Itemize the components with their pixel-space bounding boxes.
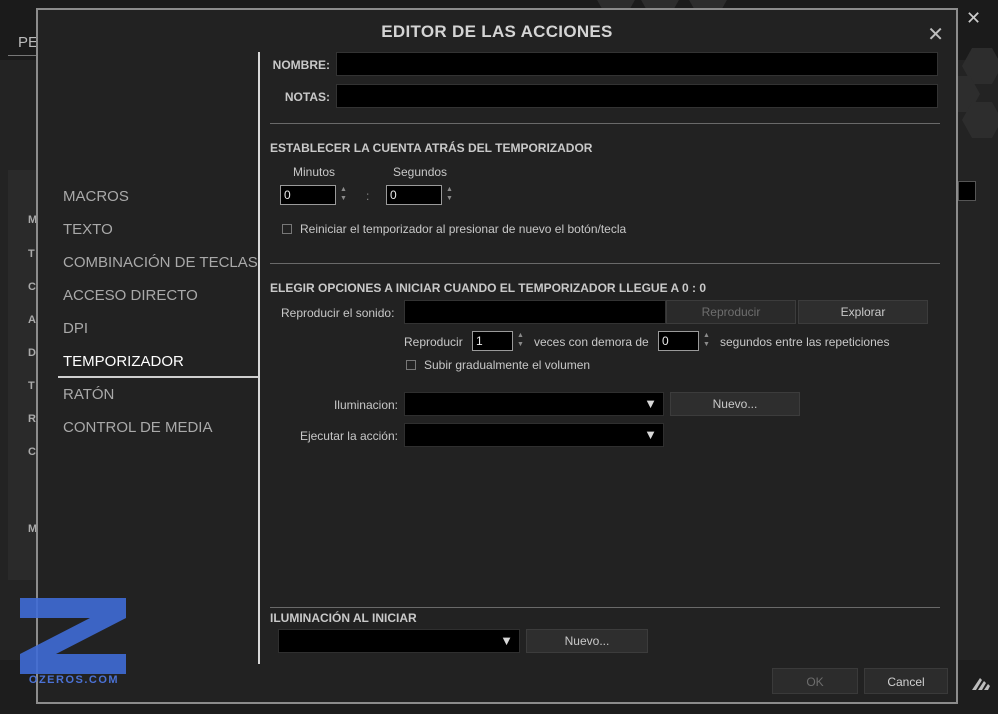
content-divider (258, 52, 260, 664)
stepper-arrows-icon[interactable]: ▲ ▼ (517, 331, 524, 349)
repeat-suffix-label: segundos entre las repeticiones (720, 335, 890, 349)
section-divider (270, 607, 940, 608)
time-separator: : (366, 189, 370, 203)
name-label: NOMBRE: (272, 58, 330, 72)
dropdown-caret-icon: ▼ (644, 427, 657, 442)
fade-volume-label: Subir gradualmente el volumen (424, 358, 591, 372)
delay-stepper[interactable]: 0 ▲ ▼ (658, 331, 714, 351)
browse-button[interactable]: Explorar (798, 300, 928, 324)
seconds-value[interactable]: 0 (386, 185, 442, 205)
options-section-title: ELEGIR OPCIONES A INICIAR CUANDO EL TEMP… (270, 281, 707, 295)
fade-volume-checkbox[interactable] (406, 360, 416, 370)
watermark-text: OZEROS.COM (28, 674, 120, 686)
repeat-middle-label: veces con demora de (534, 335, 649, 349)
stepper-arrows-icon[interactable]: ▲ ▼ (340, 185, 347, 203)
action-editor-dialog: EDITOR DE LAS ACCIONES ✕ MACROS TEXTO CO… (36, 8, 958, 704)
reset-timer-label: Reiniciar el temporizador al presionar d… (300, 222, 627, 236)
background-field (958, 181, 976, 201)
action-type-nav: MACROS TEXTO COMBINACIÓN DE TECLAS ACCES… (58, 180, 258, 444)
corsair-logo-icon (970, 676, 992, 697)
nav-item-control-de-media[interactable]: CONTROL DE MEDIA (58, 411, 258, 444)
new-start-lighting-button[interactable]: Nuevo... (526, 629, 648, 653)
close-icon[interactable]: ✕ (927, 22, 944, 47)
watermark-logo: OZEROS.COM (20, 598, 128, 688)
nav-item-raton[interactable]: RATÓN (58, 378, 258, 411)
cancel-button[interactable]: Cancel (864, 668, 948, 694)
background-letter: T (28, 380, 35, 392)
lighting-label: Iluminacion: (333, 398, 398, 412)
repeat-count-value[interactable]: 1 (472, 331, 513, 351)
stepper-arrows-icon[interactable]: ▲ ▼ (446, 185, 453, 203)
sound-file-input[interactable] (404, 300, 666, 324)
sound-label: Reproducir el sonido: (281, 306, 395, 320)
seconds-stepper[interactable]: 0 ▲ ▼ (386, 185, 456, 205)
repeat-count-stepper[interactable]: 1 ▲ ▼ (472, 331, 528, 351)
background-letter: C (28, 281, 36, 293)
nav-item-combinacion-de-teclas[interactable]: COMBINACIÓN DE TECLAS (58, 246, 258, 279)
background-tab-label: PE (18, 34, 39, 51)
nav-item-texto[interactable]: TEXTO (58, 213, 258, 246)
dialog-title: EDITOR DE LAS ACCIONES (381, 22, 613, 41)
action-label: Ejecutar la acción: (299, 429, 398, 443)
section-divider (270, 263, 940, 264)
nav-item-temporizador[interactable]: TEMPORIZADOR (58, 345, 258, 378)
ok-button[interactable]: OK (772, 668, 858, 694)
nav-item-macros[interactable]: MACROS (58, 180, 258, 213)
notes-label: NOTAS: (284, 90, 330, 104)
start-lighting-dropdown[interactable]: ▼ (278, 629, 520, 653)
repeat-prefix-label: Reproducir (404, 335, 463, 349)
minutes-stepper[interactable]: 0 ▲ ▼ (280, 185, 350, 205)
minutes-label: Minutos (293, 165, 336, 179)
dropdown-caret-icon: ▼ (500, 633, 513, 648)
play-sound-button[interactable]: Reproducir (666, 300, 796, 324)
background-left-panel (8, 170, 38, 580)
background-letter: D (28, 347, 36, 359)
notes-input[interactable] (336, 84, 938, 108)
section-divider (270, 123, 940, 124)
background-letter: A (28, 314, 36, 326)
start-lighting-section-title: ILUMINACIÓN AL INICIAR (270, 611, 417, 625)
delay-value[interactable]: 0 (658, 331, 699, 351)
nav-item-dpi[interactable]: DPI (58, 312, 258, 345)
minutes-value[interactable]: 0 (280, 185, 336, 205)
nav-item-acceso-directo[interactable]: ACCESO DIRECTO (58, 279, 258, 312)
background-letter: T (28, 248, 35, 260)
lighting-dropdown[interactable]: ▼ (404, 392, 664, 416)
background-letter: R (28, 413, 36, 425)
background-letter: C (28, 446, 36, 458)
dropdown-caret-icon: ▼ (644, 396, 657, 411)
name-input[interactable] (336, 52, 938, 76)
timer-section-title: ESTABLECER LA CUENTA ATRÁS DEL TEMPORIZA… (270, 141, 593, 155)
execute-action-dropdown[interactable]: ▼ (404, 423, 664, 447)
seconds-label: Segundos (393, 165, 448, 179)
stepper-arrows-icon[interactable]: ▲ ▼ (703, 331, 710, 349)
watermark-z-icon (20, 598, 126, 674)
new-lighting-button[interactable]: Nuevo... (670, 392, 800, 416)
reset-timer-checkbox[interactable] (282, 224, 292, 234)
background-tab-underline (8, 55, 36, 56)
close-icon[interactable]: ✕ (966, 8, 981, 29)
